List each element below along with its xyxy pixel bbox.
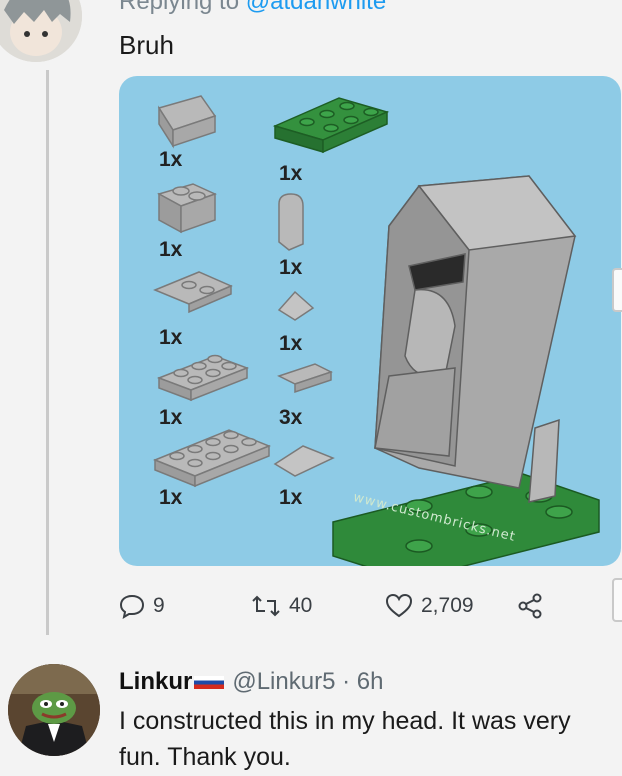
- like-button[interactable]: 2,709: [385, 588, 474, 624]
- tweet-media-image[interactable]: 1x 1x 1x 1x 1x 1x 1x 1x 3x 1x www.custom…: [119, 76, 621, 566]
- replying-handle-link[interactable]: @atdanwhite: [246, 0, 386, 15]
- tweet-text: Bruh: [119, 30, 174, 60]
- meta-separator: ·: [342, 668, 351, 695]
- replying-user-avatar[interactable]: [0, 0, 82, 62]
- side-control[interactable]: [612, 268, 622, 312]
- part-quantity: 1x: [279, 256, 303, 279]
- flag-icon: [194, 676, 225, 690]
- tweet-action-bar: 9 40 2,709: [119, 588, 619, 624]
- share-button[interactable]: [517, 588, 543, 624]
- reply-handle[interactable]: @Linkur5: [232, 668, 335, 695]
- part-quantity: 1x: [279, 162, 303, 185]
- replying-to-line: Replying to @atdanwhite: [119, 0, 386, 16]
- part-quantity: 1x: [159, 486, 183, 509]
- like-count: 2,709: [421, 594, 474, 617]
- reply-author-line: Linkur @Linkur5 · 6h: [119, 668, 383, 696]
- lego-instructions-illustration: [152, 95, 600, 566]
- reply-icon: [119, 594, 145, 619]
- side-control[interactable]: [612, 578, 622, 622]
- reply-count: 9: [153, 594, 165, 617]
- share-icon: [518, 593, 542, 619]
- retweet-button[interactable]: 40: [251, 588, 312, 624]
- reply-user-avatar[interactable]: [8, 664, 100, 756]
- reply-timestamp[interactable]: 6h: [357, 668, 384, 695]
- part-quantity: 3x: [279, 406, 303, 429]
- retweet-count: 40: [289, 594, 313, 617]
- part-quantity: 1x: [279, 486, 303, 509]
- retweet-icon: [252, 595, 280, 617]
- replying-prefix: Replying to: [119, 0, 240, 15]
- part-quantity: 1x: [279, 332, 303, 355]
- part-quantity: 1x: [159, 326, 183, 349]
- part-quantity: 1x: [159, 406, 183, 429]
- reply-text: I constructed this in my head. It was ve…: [119, 707, 571, 771]
- reply-button[interactable]: 9: [119, 588, 165, 624]
- thread-line: [46, 70, 49, 635]
- heart-icon: [385, 593, 413, 618]
- part-quantity: 1x: [159, 148, 183, 171]
- part-quantity: 1x: [159, 238, 183, 261]
- reply-display-name[interactable]: Linkur: [119, 668, 192, 695]
